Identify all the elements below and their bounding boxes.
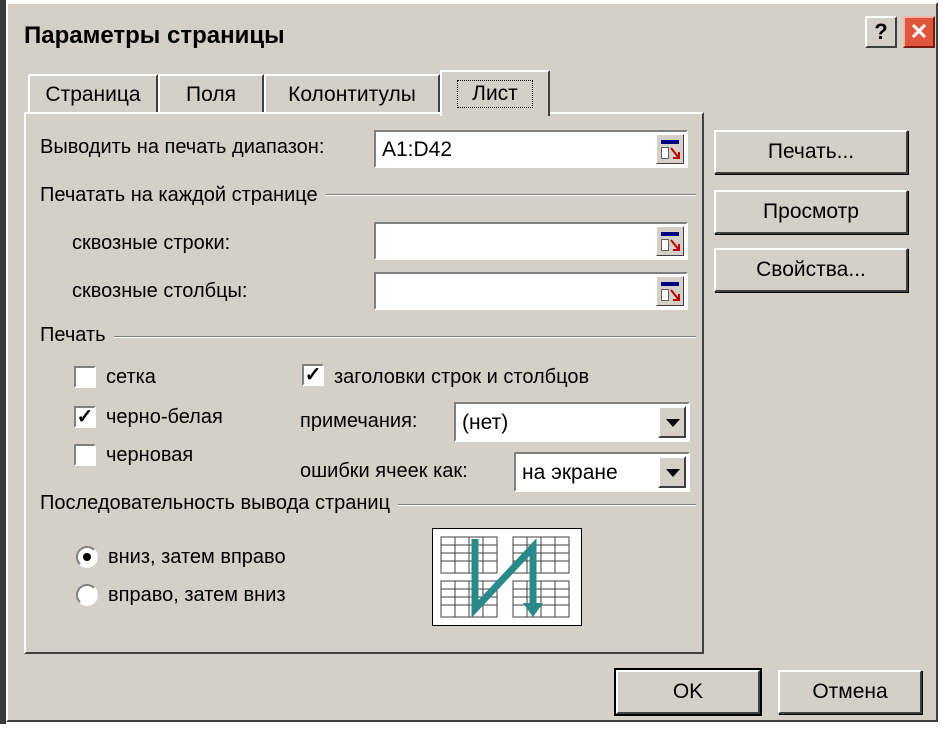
print-area-value: A1:D42 [382,138,453,161]
tab-margins[interactable]: Поля [158,74,264,114]
tab-sheet[interactable]: Лист [440,70,550,116]
tab-header-footer[interactable]: Колонтитулы [264,74,440,114]
print-divider [40,336,696,338]
radio-selected-dot [83,553,91,561]
print-titles-group-label: Печатать на каждой странице [40,184,326,207]
cell-errors-label: ошибки ячеек как: [300,460,468,482]
draft-checkbox[interactable] [74,444,96,466]
tab-sheet-label: Лист [457,80,533,108]
print-preview-button-label: Просмотр [763,200,859,223]
gridlines-checkbox[interactable] [74,366,96,388]
draft-label[interactable]: черновая [106,444,193,467]
range-select-icon [661,232,679,236]
page-order-group-label: Последовательность вывода страниц [40,492,399,515]
help-button[interactable]: ? [865,16,897,48]
print-preview-button[interactable]: Просмотр [714,190,908,234]
tab-margins-label: Поля [186,83,236,106]
help-icon: ? [874,19,888,44]
over-then-down-label[interactable]: вправо, затем вниз [108,584,286,607]
gridlines-label[interactable]: сетка [106,366,156,389]
options-button-label: Свойства... [756,258,866,281]
ok-button[interactable]: OK [614,668,762,716]
down-then-over-label[interactable]: вниз, затем вправо [108,546,286,569]
chevron-down-icon[interactable] [658,406,686,438]
rows-to-repeat-field[interactable] [374,222,688,260]
range-select-icon-cell [661,147,669,159]
dialog-title: Параметры страницы [24,22,285,49]
comments-select[interactable]: (нет) [454,402,690,442]
cols-to-repeat-field[interactable] [374,272,688,310]
background-sheet [0,724,942,734]
headings-checkbox[interactable]: ✓ [302,364,324,386]
range-select-icon [661,282,679,286]
print-area-collapse-button[interactable] [656,134,684,164]
range-select-icon-cell [661,239,669,251]
down-then-over-radio[interactable] [76,546,98,568]
headings-label[interactable]: заголовки строк и столбцов [334,366,589,389]
cell-errors-select[interactable]: на экране [514,452,690,492]
rows-to-repeat-label: сквозные строки: [72,232,231,254]
close-icon: ✕ [909,19,929,44]
tab-header-footer-label: Колонтитулы [288,83,416,106]
rows-collapse-button[interactable] [656,226,684,256]
print-button[interactable]: Печать... [714,130,908,174]
page-setup-dialog: Параметры страницы ? ✕ Страница Поля Кол… [6,2,938,722]
range-select-icon [661,140,679,144]
black-white-label[interactable]: черно-белая [106,406,223,429]
cols-to-repeat-label: сквозные столбцы: [72,280,248,302]
cancel-button[interactable]: Отмена [778,670,922,714]
over-then-down-radio[interactable] [76,584,98,606]
title-bar[interactable]: Параметры страницы ? ✕ [10,6,935,62]
range-select-arrow-icon [670,239,680,251]
comments-label: примечания: [300,410,418,432]
options-button[interactable]: Свойства... [714,248,908,292]
cancel-button-label: Отмена [812,680,888,703]
print-area-label: Выводить на печать диапазон: [40,136,325,158]
range-select-arrow-icon [670,147,680,159]
tab-page[interactable]: Страница [28,74,158,114]
close-button[interactable]: ✕ [903,16,935,48]
range-select-arrow-icon [670,289,680,301]
print-area-field[interactable]: A1:D42 [374,130,688,168]
tab-page-label: Страница [45,83,141,106]
print-group-label: Печать [40,324,114,347]
print-button-label: Печать... [767,140,855,163]
black-white-checkbox[interactable]: ✓ [74,406,96,428]
cols-collapse-button[interactable] [656,276,684,306]
range-select-icon-cell [661,289,669,301]
sheet-tab-panel: Выводить на печать диапазон: A1:D42 Печа… [24,112,704,654]
comments-value: (нет) [462,411,509,434]
page-order-preview [432,528,582,626]
ok-button-label: OK [672,680,704,703]
cell-errors-value: на экране [522,461,618,484]
chevron-down-icon[interactable] [658,456,686,488]
